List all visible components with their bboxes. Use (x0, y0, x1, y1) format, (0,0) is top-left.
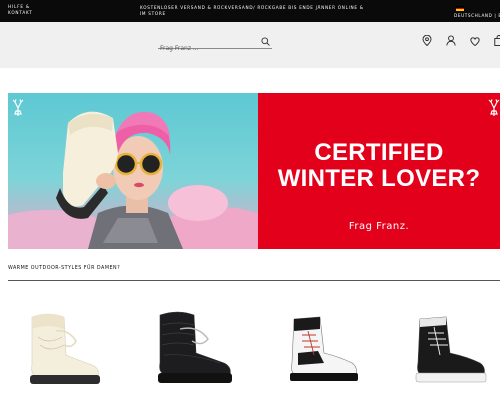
search-box (158, 35, 272, 55)
location-pin-icon[interactable] (422, 35, 432, 46)
hero-text-panel: CERTIFIED WINTER LOVER? Frag Franz. (258, 93, 500, 249)
product-card-white-black-hiking-boot[interactable] (278, 305, 366, 393)
top-bar: HILFE & KONTAKT KOSTENLOSER VERSAND & RÜ… (0, 0, 500, 22)
country-selector[interactable]: DEUTSCHLAND | E (454, 13, 500, 18)
black-white-hiking-boot-image (415, 316, 487, 383)
hero-photo (8, 93, 258, 249)
product-card-black-white-hiking-boot[interactable] (406, 305, 494, 393)
shipping-promo-text: KOSTENLOSER VERSAND & RÜCKVERSAND/ RÜCKG… (140, 5, 364, 16)
search-input[interactable] (158, 42, 256, 55)
deer-logo-icon (12, 99, 24, 116)
heart-icon[interactable] (470, 36, 480, 47)
black-snow-boot-image (158, 311, 232, 383)
hero-headline-line1: CERTIFIED (314, 139, 444, 166)
user-icon[interactable] (446, 35, 456, 46)
search-icon[interactable] (261, 37, 270, 46)
hero-banner[interactable]: CERTIFIED WINTER LOVER? Frag Franz. (8, 93, 500, 249)
header (0, 22, 500, 68)
section-title: WARME OUTDOOR-STYLES FÜR DAMEN? (8, 266, 121, 271)
section-divider (8, 280, 500, 281)
hero-headline: CERTIFIED WINTER LOVER? (258, 140, 500, 192)
deer-logo-icon (488, 99, 500, 116)
white-black-hiking-boot-image (290, 316, 358, 381)
woman-with-boot-illustration (8, 111, 258, 249)
bag-icon[interactable] (494, 35, 500, 46)
help-contact-link[interactable]: HILFE & KONTAKT (8, 4, 48, 16)
product-card-black-snow-boot[interactable] (150, 305, 238, 393)
cream-snow-boot-image (30, 313, 100, 384)
hero-headline-line2: WINTER LOVER? (277, 165, 481, 192)
hero-brand-text: Frag Franz. (348, 221, 410, 232)
product-card-cream-snow-boot[interactable] (18, 305, 106, 393)
germany-flag-icon[interactable] (456, 6, 464, 12)
